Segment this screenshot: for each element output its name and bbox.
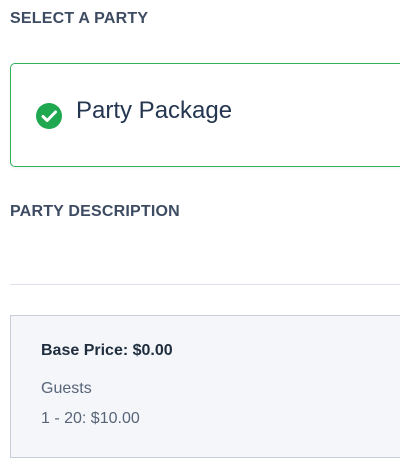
- guests-tier-item: 1 - 20: $10.00: [41, 410, 140, 427]
- guests-label: Guests: [41, 380, 92, 397]
- party-package-option[interactable]: Party Package: [10, 63, 400, 167]
- party-option-label: Party Package: [76, 97, 233, 124]
- check-circle-icon: [36, 103, 62, 129]
- party-selection-page: SELECT A PARTY Party Package PARTY DESCR…: [0, 0, 400, 467]
- base-price-label: Base Price: $0.00: [41, 342, 173, 359]
- pricing-panel: Base Price: $0.00 Guests 1 - 20: $10.00: [10, 315, 400, 458]
- party-description-heading: PARTY DESCRIPTION: [10, 203, 180, 220]
- select-party-heading: SELECT A PARTY: [10, 10, 149, 27]
- section-divider: [10, 284, 400, 285]
